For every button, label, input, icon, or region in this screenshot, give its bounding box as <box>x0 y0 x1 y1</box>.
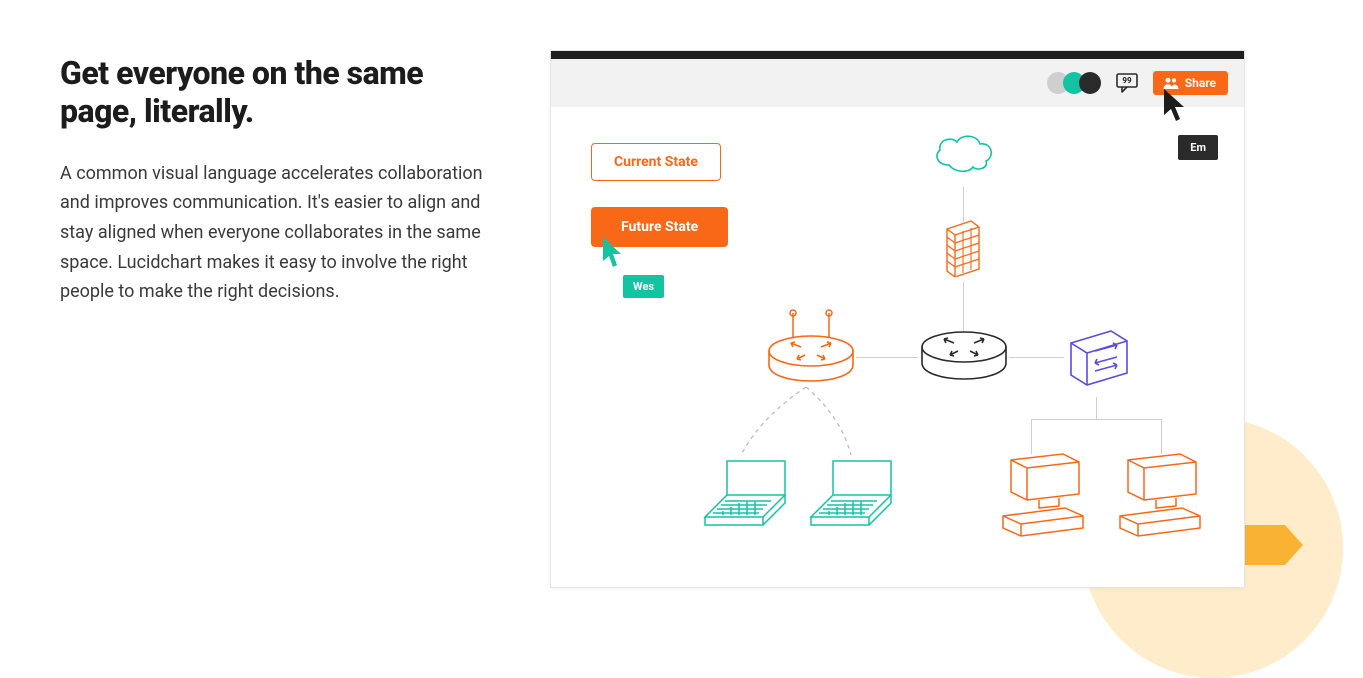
connector-line <box>1009 357 1064 358</box>
collaborator-avatars[interactable] <box>1047 72 1101 94</box>
body-paragraph: A common visual language accelerates col… <box>60 159 490 307</box>
lucidchart-app-window: 99 Share <box>550 50 1245 588</box>
laptop-icon[interactable] <box>699 455 799 537</box>
wireless-router-icon[interactable] <box>763 307 859 391</box>
illustration-column: 99 Share <box>550 50 1303 588</box>
app-toolbar: 99 Share <box>551 59 1244 107</box>
cursor-icon <box>1162 87 1188 125</box>
connector-line <box>1031 419 1161 420</box>
firewall-icon[interactable] <box>943 217 983 281</box>
connector-line <box>1096 397 1097 419</box>
current-state-button[interactable]: Current State <box>591 143 721 181</box>
connector-line <box>1161 419 1162 454</box>
decorative-arrow-icon <box>1243 520 1303 570</box>
laptop-icon[interactable] <box>805 455 905 537</box>
share-button-label: Share <box>1185 76 1216 90</box>
text-column: Get everyone on the same page, literally… <box>60 50 490 588</box>
window-title-bar <box>551 51 1244 59</box>
comment-button[interactable]: 99 <box>1115 72 1139 94</box>
connector-line <box>1031 419 1032 454</box>
collaborator-tag-em: Em <box>1178 135 1218 160</box>
cursor-icon <box>601 235 625 269</box>
connector-line <box>856 357 918 358</box>
cloud-icon[interactable] <box>929 131 999 177</box>
comment-icon: 99 <box>1116 73 1138 93</box>
svg-text:99: 99 <box>1122 76 1132 85</box>
connector-line <box>963 282 964 332</box>
avatar-icon <box>1079 72 1101 94</box>
router-icon[interactable] <box>916 327 1012 389</box>
collaborator-tag-wes: Wes <box>623 275 664 298</box>
diagram-canvas[interactable]: Em Current State Future State Wes <box>551 107 1244 587</box>
desktop-pc-icon[interactable] <box>1106 452 1206 542</box>
switch-icon[interactable] <box>1061 327 1131 393</box>
page-layout: Get everyone on the same page, literally… <box>0 0 1363 588</box>
desktop-pc-icon[interactable] <box>989 452 1089 542</box>
headline: Get everyone on the same page, literally… <box>60 55 490 131</box>
